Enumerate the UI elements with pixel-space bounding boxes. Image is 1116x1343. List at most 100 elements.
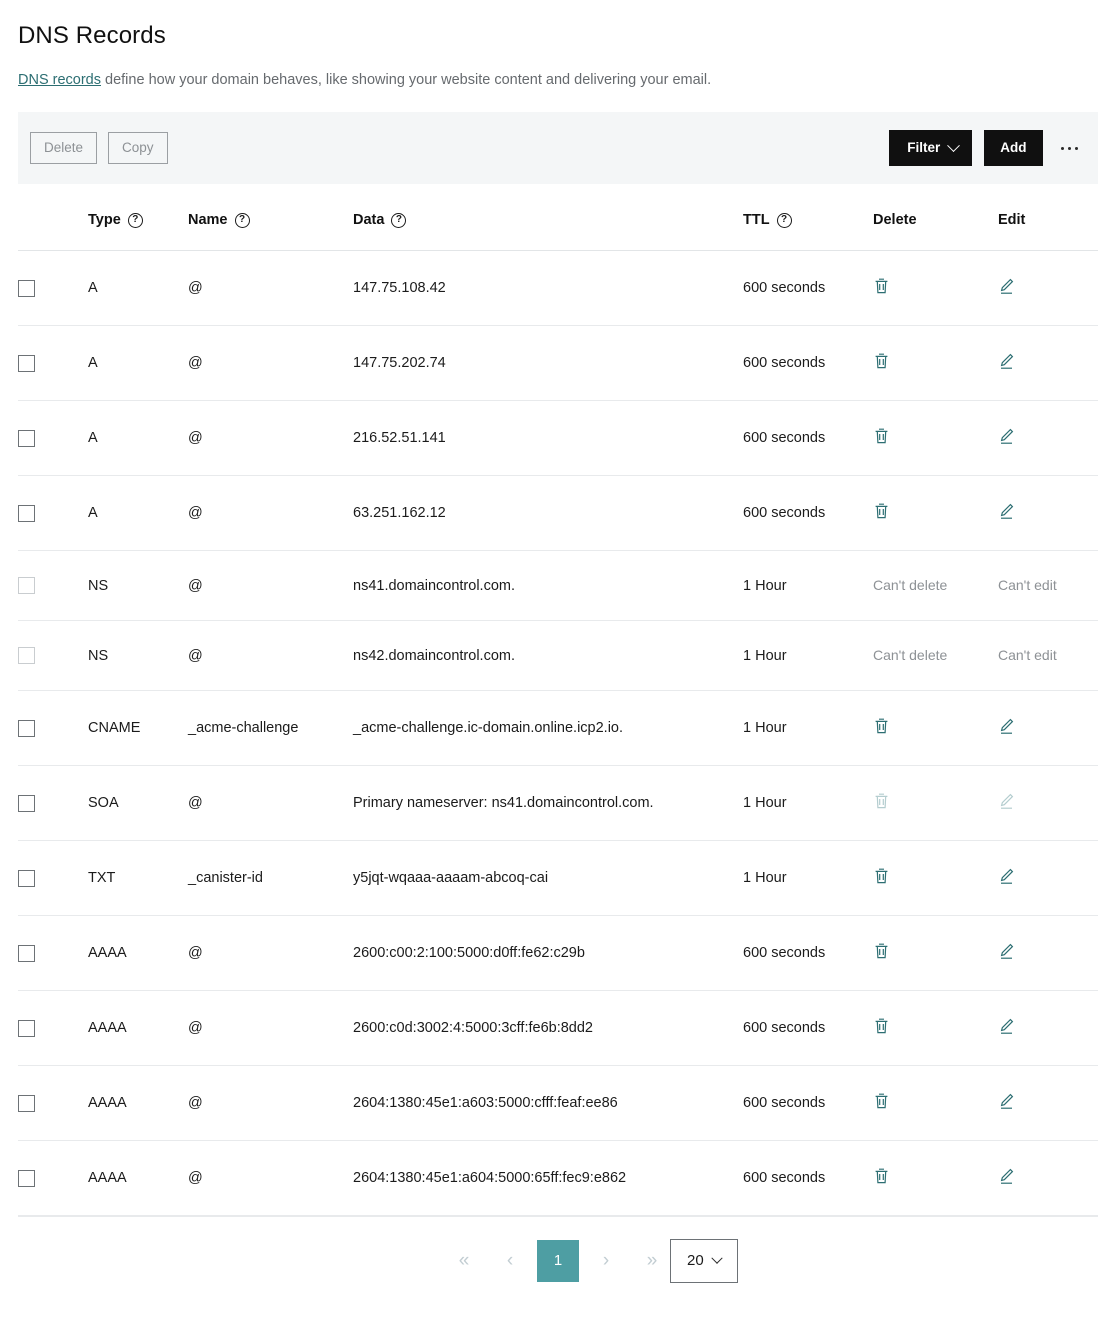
- column-header-type: Type ?: [88, 184, 188, 252]
- edit-record-button[interactable]: [998, 277, 1015, 298]
- next-page-button[interactable]: ›: [583, 1238, 629, 1284]
- delete-record-button[interactable]: [873, 942, 890, 963]
- help-icon[interactable]: ?: [391, 212, 407, 228]
- delete-record-button[interactable]: [873, 277, 890, 298]
- cell-delete: Can't delete: [873, 620, 998, 692]
- cell-type: SOA: [88, 765, 188, 842]
- row-checkbox-cell: [18, 690, 88, 767]
- edit-record-button[interactable]: [998, 717, 1015, 738]
- delete-record-button[interactable]: [873, 427, 890, 448]
- edit-record-button[interactable]: [998, 942, 1015, 963]
- edit-record-button[interactable]: [998, 1017, 1015, 1038]
- cell-name: @: [188, 250, 353, 327]
- cell-data: 2604:1380:45e1:a604:5000:65ff:fec9:e862: [353, 1140, 743, 1217]
- row-checkbox[interactable]: [18, 869, 35, 887]
- record-type: AAAA: [88, 1170, 127, 1187]
- cell-edit: [998, 840, 1098, 917]
- record-ttl: 1 Hour: [743, 577, 787, 594]
- edit-record-button[interactable]: [998, 1092, 1015, 1113]
- cant-edit-label: Can't edit: [998, 647, 1057, 664]
- row-checkbox-cell: [18, 915, 88, 992]
- edit-record-button[interactable]: [998, 427, 1015, 448]
- cell-delete: [873, 690, 998, 767]
- record-type: TXT: [88, 870, 116, 887]
- cell-name: @: [188, 325, 353, 402]
- add-button[interactable]: Add: [984, 130, 1043, 167]
- row-checkbox[interactable]: [18, 279, 35, 297]
- record-ttl: 600 seconds: [743, 280, 826, 297]
- row-checkbox[interactable]: [18, 1019, 35, 1037]
- cell-data: ns41.domaincontrol.com.: [353, 550, 743, 622]
- cell-name: @: [188, 620, 353, 692]
- record-data: 2604:1380:45e1:a603:5000:cfff:feaf:ee86: [353, 1095, 618, 1112]
- filter-button[interactable]: Filter: [889, 130, 973, 167]
- cell-ttl: 600 seconds: [743, 400, 873, 477]
- more-options-icon[interactable]: [1055, 137, 1085, 161]
- cell-data: 147.75.202.74: [353, 325, 743, 402]
- last-page-button[interactable]: »: [629, 1238, 675, 1284]
- row-checkbox[interactable]: [18, 1094, 35, 1112]
- delete-record-button[interactable]: [873, 867, 890, 888]
- table-row: TXT _canister-id y5jqt-wqaaa-aaaam-abcoq-c…: [18, 840, 1098, 917]
- cell-ttl: 600 seconds: [743, 250, 873, 327]
- edit-record-button[interactable]: [998, 502, 1015, 523]
- row-checkbox[interactable]: [18, 429, 35, 447]
- delete-record-button[interactable]: [873, 717, 890, 738]
- trash-icon: [873, 1167, 890, 1188]
- record-type: AAAA: [88, 1020, 127, 1037]
- cell-edit: Can't edit: [998, 550, 1098, 622]
- trash-icon: [873, 942, 890, 963]
- cell-edit: [998, 765, 1098, 842]
- copy-button[interactable]: Copy: [108, 132, 168, 165]
- record-name: @: [188, 577, 203, 594]
- row-checkbox[interactable]: [18, 794, 35, 812]
- cell-type: AAAA: [88, 1065, 188, 1142]
- delete-record-button[interactable]: [873, 352, 890, 373]
- cell-ttl: 600 seconds: [743, 325, 873, 402]
- trash-icon: [873, 352, 890, 373]
- delete-record-button[interactable]: [873, 1017, 890, 1038]
- pencil-icon: [998, 1017, 1015, 1038]
- record-type: A: [88, 355, 98, 372]
- cant-delete-label: Can't delete: [873, 577, 948, 594]
- previous-page-button[interactable]: ‹: [487, 1238, 533, 1284]
- filter-button-label: Filter: [907, 140, 941, 156]
- first-page-button[interactable]: «: [441, 1238, 487, 1284]
- cell-data: 216.52.51.141: [353, 400, 743, 477]
- row-checkbox[interactable]: [18, 944, 35, 962]
- page-size-select[interactable]: 20: [670, 1238, 738, 1283]
- cell-edit: [998, 325, 1098, 402]
- edit-record-button[interactable]: [998, 867, 1015, 888]
- pencil-icon: [998, 867, 1015, 888]
- row-checkbox[interactable]: [18, 1169, 35, 1187]
- cell-type: A: [88, 250, 188, 327]
- row-checkbox[interactable]: [18, 504, 35, 522]
- help-icon[interactable]: ?: [776, 212, 792, 228]
- cell-type: AAAA: [88, 990, 188, 1067]
- cant-edit-label: Can't edit: [998, 577, 1057, 594]
- pencil-icon: [998, 427, 1015, 448]
- cell-name: @: [188, 400, 353, 477]
- row-checkbox[interactable]: [18, 354, 35, 372]
- cell-data: 147.75.108.42: [353, 250, 743, 327]
- help-icon[interactable]: ?: [127, 212, 143, 228]
- cell-delete: [873, 990, 998, 1067]
- delete-record-button[interactable]: [873, 502, 890, 523]
- edit-record-button[interactable]: [998, 352, 1015, 373]
- dns-records-link[interactable]: DNS records: [18, 72, 101, 88]
- table-row: A @216.52.51.141 600 seconds: [18, 400, 1098, 477]
- cant-delete-label: Can't delete: [873, 647, 948, 664]
- page-number-1[interactable]: 1: [537, 1239, 579, 1282]
- edit-record-button[interactable]: [998, 1167, 1015, 1188]
- cell-ttl: 600 seconds: [743, 915, 873, 992]
- table-body: A @147.75.108.42 600 seconds A @147.75.202.7…: [18, 250, 1098, 1217]
- row-checkbox[interactable]: [18, 719, 35, 737]
- cell-edit: [998, 475, 1098, 552]
- help-icon[interactable]: ?: [234, 212, 250, 228]
- delete-record-button[interactable]: [873, 1167, 890, 1188]
- column-header-type-label: Type: [88, 212, 121, 229]
- delete-button[interactable]: Delete: [30, 132, 98, 165]
- page-description-text: define how your domain behaves, like sho…: [101, 72, 712, 88]
- delete-record-button[interactable]: [873, 1092, 890, 1113]
- cell-data: 63.251.162.12: [353, 475, 743, 552]
